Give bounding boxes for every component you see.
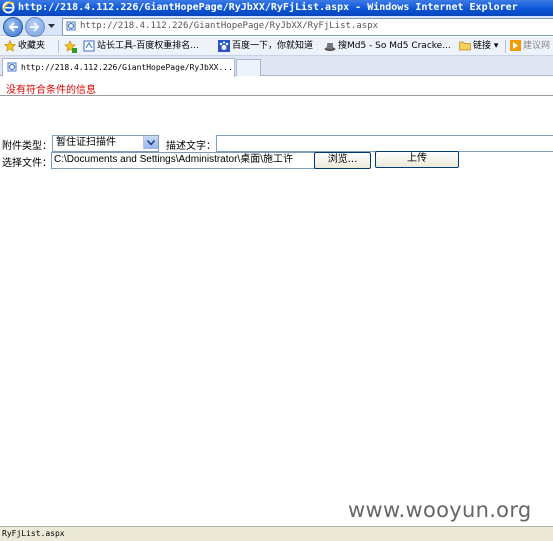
window-title: http://218.4.112.226/GiantHopePage/RyJbX…: [18, 2, 518, 13]
browse-button[interactable]: 浏览...: [314, 152, 371, 169]
favorite-item[interactable]: 站长工具-百度权重排名...: [83, 37, 199, 56]
navigation-bar: http://218.4.112.226/GiantHopePage/RyJbX…: [0, 16, 553, 37]
no-results-message: 没有符合条件的信息: [6, 85, 96, 96]
dropdown-button[interactable]: [143, 136, 158, 149]
back-arrow-icon: [8, 22, 18, 32]
favorites-button[interactable]: 收藏夹: [4, 37, 45, 56]
folder-icon: [459, 41, 471, 51]
separator: [58, 40, 59, 53]
new-tab-button[interactable]: [236, 59, 261, 76]
status-text: RyFjList.aspx: [2, 529, 65, 538]
suggested-sites[interactable]: 建议网: [510, 37, 550, 56]
add-favorite-icon[interactable]: [64, 40, 77, 53]
attachment-type-label: 附件类型：: [2, 141, 52, 152]
favorites-bar: 收藏夹 站长工具-百度权重排名... 百度一下，你就知道 搜Md5 - So M…: [0, 37, 553, 56]
page-icon: [83, 40, 95, 51]
tab-label: http://218.4.112.226/GiantHopePage/RyJbX…: [21, 63, 233, 72]
baidu-paw-icon: [218, 39, 230, 52]
favorite-label: 链接 ▾: [473, 41, 499, 51]
attachment-type-value: 暂住证扫描件: [56, 137, 116, 148]
forward-arrow-icon: [30, 22, 40, 32]
favorite-label: 建议网: [523, 41, 551, 51]
file-label: 选择文件：: [2, 158, 52, 169]
back-button[interactable]: [3, 17, 23, 37]
description-input[interactable]: [216, 135, 553, 152]
favorite-item[interactable]: 百度一下，你就知道: [218, 37, 313, 56]
address-input[interactable]: http://218.4.112.226/GiantHopePage/RyJbX…: [62, 18, 553, 36]
favorite-label: 站长工具-百度权重排名...: [97, 41, 199, 51]
favorite-label: 搜Md5 - So Md5 Cracke...: [338, 41, 451, 51]
address-url: http://218.4.112.226/GiantHopePage/RyJbX…: [80, 21, 379, 31]
ie-logo-icon: [2, 1, 15, 14]
chevron-down-icon: [147, 140, 155, 145]
page-icon: [66, 21, 76, 31]
forward-button[interactable]: [25, 17, 45, 37]
page-icon: [7, 62, 17, 72]
status-bar: RyFjList.aspx: [0, 526, 553, 541]
favorite-label: 百度一下，你就知道: [232, 41, 314, 51]
history-dropdown-icon[interactable]: [47, 23, 56, 29]
separator: [505, 40, 506, 53]
tab-active[interactable]: http://218.4.112.226/GiantHopePage/RyJbX…: [2, 58, 235, 77]
hat-icon: [324, 42, 336, 51]
suggest-icon: [510, 40, 521, 51]
star-icon: [4, 39, 16, 52]
links-folder[interactable]: 链接 ▾: [459, 37, 498, 56]
file-path-input[interactable]: C:\Documents and Settings\Administrator\…: [51, 152, 317, 169]
favorite-item[interactable]: 搜Md5 - So Md5 Cracke...: [324, 37, 451, 56]
attachment-type-select[interactable]: 暂住证扫描件: [52, 135, 159, 152]
divider: [0, 95, 553, 96]
watermark: www.wooyun.org: [348, 498, 532, 522]
description-label: 描述文字：: [166, 141, 216, 152]
page-content: 没有符合条件的信息 附件类型： 暂住证扫描件 描述文字： 选择文件： C:\Do…: [0, 77, 553, 526]
window-title-bar[interactable]: http://218.4.112.226/GiantHopePage/RyJbX…: [0, 0, 553, 16]
tab-bar: http://218.4.112.226/GiantHopePage/RyJbX…: [0, 56, 553, 77]
upload-button[interactable]: 上传: [375, 151, 459, 168]
favorites-label: 收藏夹: [18, 41, 46, 51]
